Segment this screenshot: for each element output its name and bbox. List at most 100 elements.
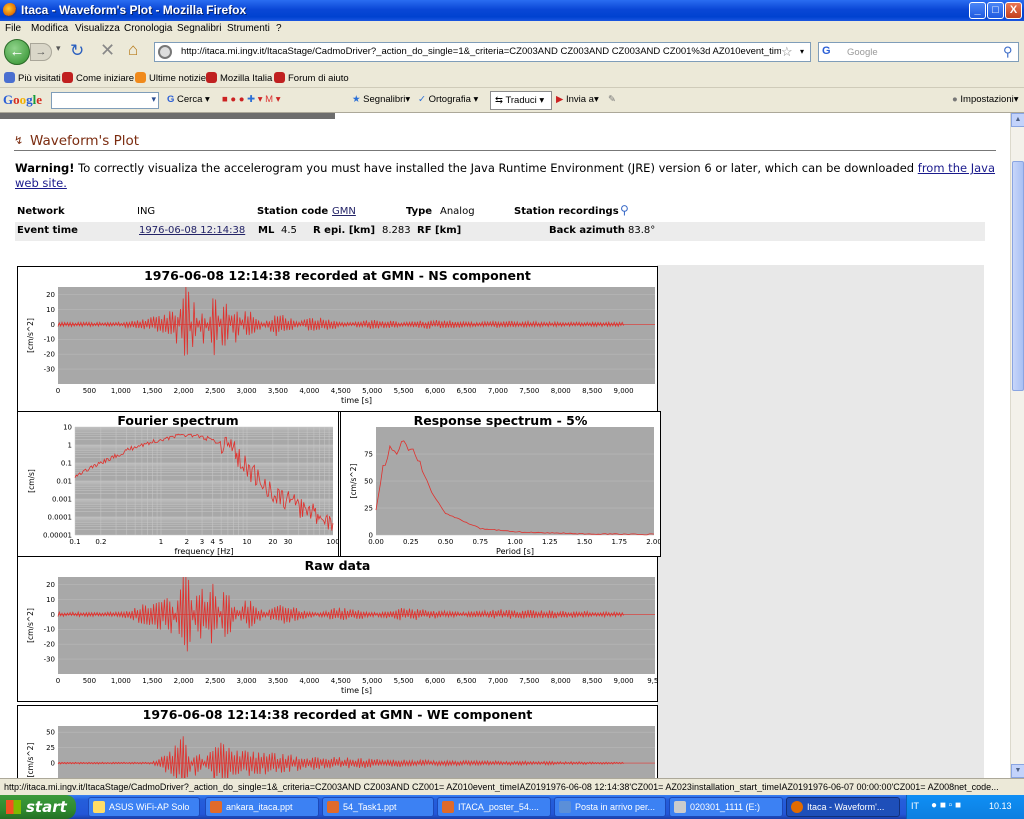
x-tick-label: 5,000: [362, 677, 382, 685]
repi-label: R epi. [km]: [313, 225, 376, 236]
x-tick-label: 20: [268, 538, 277, 546]
bookmark-ultime-notizie[interactable]: Ultime notizie: [135, 72, 206, 84]
invia-button[interactable]: ▶ Invia a▾: [556, 94, 599, 105]
stop-icon[interactable]: ✕: [100, 40, 115, 61]
task-firefox-itaca[interactable]: Itaca - Waveform'...: [786, 797, 900, 817]
bookmark-icon: [206, 72, 217, 83]
wrench-icon[interactable]: ✎: [608, 94, 616, 105]
task-54-task1-ppt[interactable]: 54_Task1.ppt: [322, 797, 434, 817]
station-recordings-label: Station recordings: [514, 206, 619, 217]
x-tick-label: 5: [219, 538, 223, 546]
event-info-row: Event time 1976-06-08 12:14:38 ML 4.5 R …: [15, 222, 985, 241]
x-tick-label: 6,000: [425, 677, 445, 685]
url-text[interactable]: http://itaca.mi.ingv.it/ItacaStage/Cadmo…: [181, 46, 781, 57]
start-button[interactable]: start: [0, 795, 76, 819]
search-bar[interactable]: G Google ⚲: [818, 42, 1019, 62]
maximize-button[interactable]: □: [987, 2, 1004, 19]
x-tick-label: 7,000: [488, 677, 508, 685]
segnalibri-button[interactable]: ★ Segnalibri▾: [352, 94, 410, 105]
x-tick-label: 0.2: [95, 538, 106, 546]
x-tick-label: 100: [326, 538, 338, 546]
y-tick-label: 20: [46, 291, 55, 299]
event-info-table: Network ING Station code GMN Type Analog…: [15, 203, 985, 241]
menu-segnalibri[interactable]: Segnalibri: [177, 23, 221, 34]
home-icon[interactable]: ⌂: [128, 40, 138, 60]
y-tick-label: 75: [364, 451, 373, 459]
ortografia-button[interactable]: ✓ Ortografia ▾: [418, 94, 478, 105]
scroll-thumb[interactable]: [1012, 161, 1024, 391]
impostazioni-button[interactable]: ● Impostazioni▾: [952, 94, 1019, 105]
bookmark-come-iniziare[interactable]: Come iniziare: [62, 72, 134, 84]
response-chart: 75502500.00 0.25 0.50 0.75 1.00 1.25 1.50 1.75 2…: [349, 427, 660, 556]
close-button[interactable]: X: [1005, 2, 1022, 19]
station-code-link[interactable]: GMN: [332, 206, 356, 217]
google-search-input[interactable]: ▾: [51, 92, 159, 109]
x-tick-label: 5,000: [362, 387, 382, 395]
minimize-button[interactable]: _: [969, 2, 986, 19]
forward-button[interactable]: →: [30, 43, 52, 61]
vertical-scrollbar[interactable]: ▲ ▼: [1010, 113, 1024, 778]
google-logo: Google: [3, 92, 43, 107]
task-posta-in-arrivo[interactable]: Posta in arrivo per...: [554, 797, 666, 817]
history-dropdown-icon[interactable]: ▾: [56, 43, 61, 54]
reload-icon[interactable]: ↻: [70, 41, 84, 61]
x-tick-label: 3,000: [237, 677, 257, 685]
repi-value: 8.283: [382, 225, 411, 236]
drive-icon: [674, 801, 686, 813]
x-tick-label: 6,500: [456, 677, 476, 685]
x-tick-label: 7,500: [519, 387, 539, 395]
google-cerca-button[interactable]: G Cerca ▾: [167, 94, 210, 105]
menu-cronologia[interactable]: Cronologia: [124, 23, 172, 34]
x-tick-label: 0.25: [403, 538, 419, 546]
back-button[interactable]: ←: [4, 39, 30, 65]
x-tick-label: 1.00: [507, 538, 523, 546]
bookmark-forum-di-aiuto[interactable]: Forum di aiuto: [274, 72, 349, 84]
menu-strumenti[interactable]: Strumenti: [227, 23, 270, 34]
search-icon[interactable]: ⚲: [1003, 44, 1013, 60]
search-input[interactable]: Google: [847, 47, 878, 58]
x-tick-label: 2: [185, 538, 189, 546]
menu-visualizza[interactable]: Visualizza: [75, 23, 120, 34]
bookmark-folder-icon: [4, 72, 15, 83]
ns-component-chart: 20 10 0 -10 -20 -30 0 500 1,000 1,500 2,000 2,500 3,…: [26, 286, 655, 405]
x-tick-label: 0.50: [438, 538, 454, 546]
url-bar[interactable]: http://itaca.mi.ingv.it/ItacaStage/Cadmo…: [154, 42, 811, 62]
bookmark-star-icon[interactable]: ☆: [781, 44, 793, 60]
x-tick-label: 30: [284, 538, 293, 546]
task-asus-wifi[interactable]: ASUS WiFi-AP Solo: [88, 797, 200, 817]
event-time-link[interactable]: 1976-06-08 12:14:38: [139, 225, 245, 236]
y-tick-label: 50: [364, 478, 373, 486]
bookmark-piu-visitati[interactable]: Più visitati: [4, 72, 61, 84]
search-engine-icon[interactable]: G: [822, 45, 831, 57]
url-dropdown-icon[interactable]: ▾: [800, 47, 804, 56]
we-component-panel: 1976-06-08 12:14:38 recorded at GMN - WE…: [17, 705, 658, 778]
magnifier-icon[interactable]: ⚲: [620, 203, 629, 217]
menu-help[interactable]: ?: [276, 23, 282, 34]
x-tick-label: 2,500: [205, 677, 225, 685]
ml-label: ML: [258, 225, 275, 236]
scroll-up-arrow-icon[interactable]: ▲: [1011, 113, 1024, 127]
bookmark-mozilla-italia[interactable]: Mozilla Italia: [206, 72, 272, 84]
menu-modifica[interactable]: Modifica: [31, 23, 68, 34]
raw-data-panel: Raw data 20 10 0 -10 -20 -30 0 500 1,000 1,500 2,0…: [17, 556, 658, 702]
x-tick-label: 8,500: [582, 677, 602, 685]
back-azimuth-label: Back azimuth: [549, 225, 625, 236]
plot-area: [58, 577, 655, 674]
x-tick-label: 0: [56, 677, 60, 685]
window-titlebar[interactable]: Itaca - Waveform's Plot - Mozilla Firefo…: [0, 0, 1024, 21]
heading-divider: [14, 150, 996, 151]
x-axis-label: frequency [Hz]: [174, 547, 233, 556]
x-axis-label: Period [s]: [496, 547, 534, 556]
site-nav-tabs[interactable]: [0, 113, 335, 119]
task-ankara-ppt[interactable]: ankara_itaca.ppt: [205, 797, 319, 817]
tray-icons[interactable]: ● ■ ▫ ■: [931, 800, 961, 811]
traduci-button[interactable]: ⇆ Traduci ▾: [490, 91, 552, 110]
powerpoint-icon: [327, 801, 339, 813]
task-itaca-poster[interactable]: ITACA_poster_54....: [437, 797, 551, 817]
x-tick-label: 1,500: [142, 387, 162, 395]
menu-file[interactable]: File: [5, 23, 21, 34]
scroll-down-arrow-icon[interactable]: ▼: [1011, 764, 1024, 778]
toolbar-icons[interactable]: ■ ● ● ✚ ▾ M ▾: [222, 94, 281, 105]
task-drive-e[interactable]: 020301_1111 (E:): [669, 797, 783, 817]
language-indicator[interactable]: IT: [911, 801, 919, 811]
